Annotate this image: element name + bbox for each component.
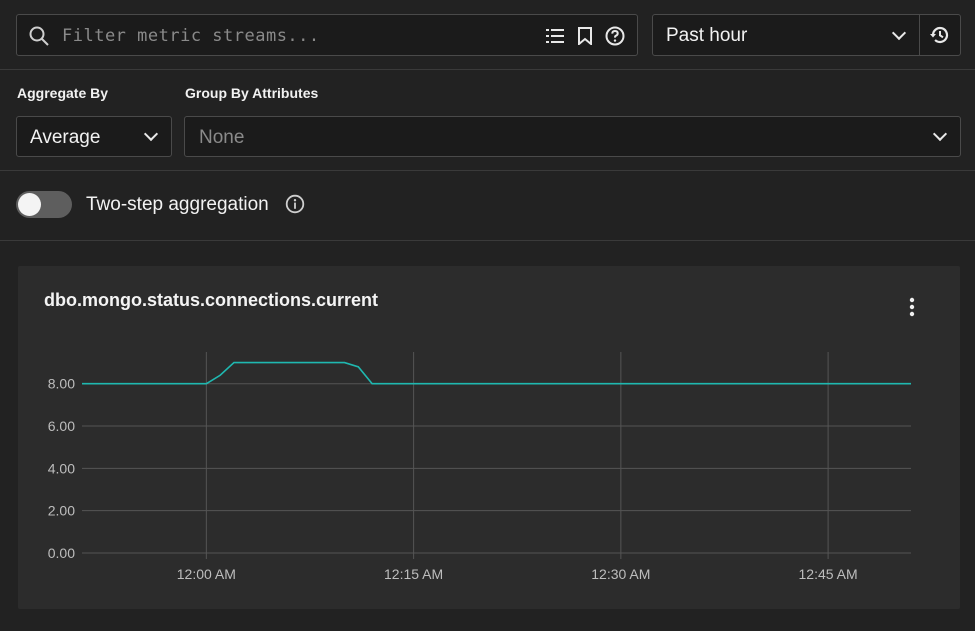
divider: [0, 69, 975, 70]
two-step-toggle[interactable]: [16, 191, 72, 218]
history-icon: [928, 23, 952, 47]
x-tick-label: 12:15 AM: [384, 566, 443, 582]
time-range-select[interactable]: Past hour: [652, 14, 920, 56]
info-icon[interactable]: [284, 193, 306, 215]
aggregate-by-select[interactable]: Average: [16, 116, 172, 157]
aggregate-by-value: Average: [30, 127, 101, 148]
group-by-label: Group By Attributes: [185, 85, 319, 101]
list-icon[interactable]: [543, 24, 567, 48]
group-by-value: None: [199, 127, 245, 148]
chevron-down-icon: [141, 126, 161, 146]
two-step-label: Two-step aggregation: [86, 194, 269, 215]
filter-input-box[interactable]: Filter metric streams...: [16, 14, 638, 56]
search-icon: [27, 24, 51, 48]
divider: [0, 240, 975, 241]
y-tick-label: 0.00: [48, 545, 75, 561]
x-tick-label: 12:00 AM: [177, 566, 236, 582]
filter-input[interactable]: Filter metric streams...: [62, 26, 320, 46]
group-by-select[interactable]: None: [184, 116, 961, 157]
y-tick-label: 4.00: [48, 460, 75, 476]
chevron-down-icon: [889, 25, 909, 45]
line-chart: 0.00 2.00 4.00 6.00 8.00 12:00 AM 12:15 AM 12:3…: [48, 352, 911, 582]
divider: [0, 170, 975, 171]
help-icon[interactable]: [603, 24, 627, 48]
time-range-value: Past hour: [666, 25, 748, 46]
x-tick-label: 12:30 AM: [591, 566, 650, 582]
bookmark-icon[interactable]: [573, 24, 597, 48]
chart-panel: dbo.mongo.status.connections.current 0.0…: [18, 266, 960, 609]
y-tick-label: 8.00: [48, 376, 75, 392]
history-button[interactable]: [919, 14, 961, 56]
aggregate-by-label: Aggregate By: [17, 85, 109, 101]
y-tick-label: 2.00: [48, 503, 75, 519]
chevron-down-icon: [930, 126, 950, 146]
y-tick-label: 6.00: [48, 418, 75, 434]
toggle-knob: [18, 193, 41, 216]
x-tick-label: 12:45 AM: [799, 566, 858, 582]
